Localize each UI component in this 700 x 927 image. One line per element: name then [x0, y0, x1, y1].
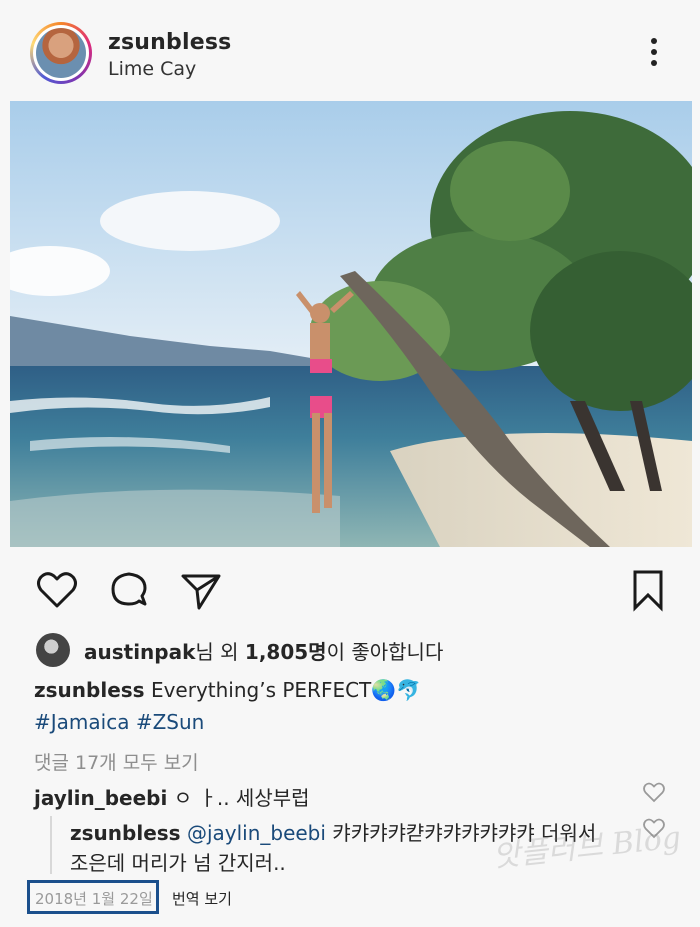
- likes-count[interactable]: 1,805명: [245, 640, 327, 664]
- caption-username[interactable]: zsunbless: [34, 678, 145, 702]
- reply-username[interactable]: zsunbless: [70, 821, 181, 845]
- comment-item: jaylin_beebi ㅇ ㅏ.. 세상부럽: [34, 782, 310, 811]
- post-username[interactable]: zsunbless: [108, 30, 231, 55]
- post-date: 2018년 1월 22일: [35, 890, 153, 908]
- comment-username[interactable]: jaylin_beebi: [34, 786, 167, 810]
- more-vertical-icon[interactable]: [644, 38, 664, 72]
- send-paper-plane-icon[interactable]: [179, 568, 223, 612]
- caption-hashtags[interactable]: #Jamaica #ZSun: [34, 710, 204, 734]
- reply-mention[interactable]: @jaylin_beebi: [187, 821, 326, 845]
- liker-avatar[interactable]: [36, 633, 70, 667]
- post-photo[interactable]: [10, 101, 692, 547]
- likes-text-end: 이 좋아합니다: [326, 639, 444, 664]
- likes-text[interactable]: austinpak님 외 1,805명이 좋아합니다: [84, 636, 443, 665]
- caption: zsunbless Everything’s PERFECT🌏🐬: [34, 678, 421, 702]
- profile-avatar[interactable]: [30, 22, 92, 84]
- likes-row[interactable]: austinpak님 외 1,805명이 좋아합니다: [36, 632, 443, 668]
- post-location[interactable]: Lime Cay: [108, 58, 196, 80]
- likes-text-mid: 님 외: [195, 639, 245, 664]
- translate-link[interactable]: 번역 보기: [172, 888, 232, 909]
- action-bar: [0, 560, 700, 620]
- liker-username[interactable]: austinpak: [84, 640, 195, 664]
- reply-text-line2: 조은데 머리가 넘 간지러..: [70, 851, 286, 875]
- post-header: zsunbless Lime Cay: [0, 0, 700, 100]
- comment-bubble-icon[interactable]: [107, 568, 151, 612]
- avatar-border: [33, 25, 89, 81]
- heart-outline-icon[interactable]: [35, 568, 79, 612]
- caption-text: Everything’s PERFECT🌏🐬: [150, 678, 422, 702]
- view-all-comments-link[interactable]: 댓글 17개 모두 보기: [34, 748, 199, 775]
- bookmark-outline-icon[interactable]: [626, 568, 670, 612]
- comment-like-heart-icon[interactable]: [642, 780, 666, 804]
- reply-thread-line: [50, 816, 52, 874]
- avatar-image: [36, 28, 86, 78]
- comment-text: ㅇ ㅏ.. 세상부럽: [173, 786, 310, 810]
